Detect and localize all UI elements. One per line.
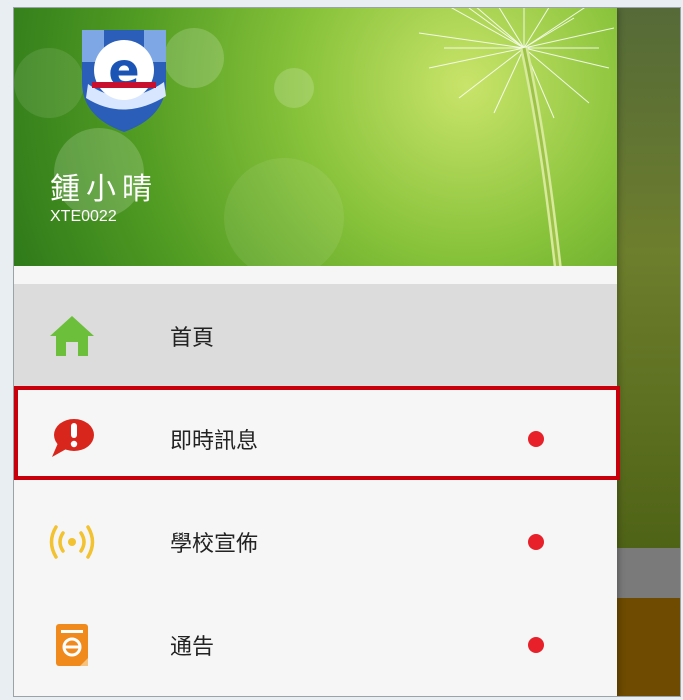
user-id: XTE0022 (50, 208, 117, 225)
svg-text:e: e (108, 43, 139, 97)
background-bar (617, 548, 680, 598)
broadcast-icon (48, 518, 96, 566)
notice-icon (48, 621, 96, 669)
user-name: 鍾小晴 (50, 172, 158, 207)
menu-item-label: 首頁 (170, 325, 215, 351)
bokeh-decoration (224, 158, 344, 266)
background-panel (617, 598, 680, 696)
dandelion-image (418, 8, 614, 266)
menu-item-school-announcement[interactable]: 學校宣佈 (14, 490, 617, 593)
menu-item-label: 通告 (170, 634, 215, 660)
menu-item-label: 即時訊息 (170, 428, 259, 454)
drawer-menu: 首頁 即時訊息 學校宣佈 通告 (14, 284, 617, 696)
drawer-header: e 鍾小晴 XTE0022 (14, 8, 617, 266)
menu-item-instant-message[interactable]: 即時訊息 (14, 387, 617, 490)
eclass-logo: e (82, 30, 166, 132)
bokeh-decoration (274, 68, 314, 108)
menu-item-notice[interactable]: 通告 (14, 593, 617, 696)
background-app[interactable] (617, 8, 680, 696)
menu-item-home[interactable]: 首頁 (14, 284, 617, 387)
unread-indicator (528, 533, 544, 550)
menu-item-label: 學校宣佈 (170, 531, 259, 557)
background-image (617, 8, 680, 548)
unread-indicator (528, 430, 544, 447)
app-frame: e 鍾小晴 XTE0022 首頁 即時訊息 學校宣佈 通告 (13, 7, 681, 697)
unread-indicator (528, 636, 544, 653)
message-alert-icon (48, 415, 96, 463)
navigation-drawer: e 鍾小晴 XTE0022 首頁 即時訊息 學校宣佈 通告 (14, 8, 617, 696)
home-icon (48, 312, 96, 360)
